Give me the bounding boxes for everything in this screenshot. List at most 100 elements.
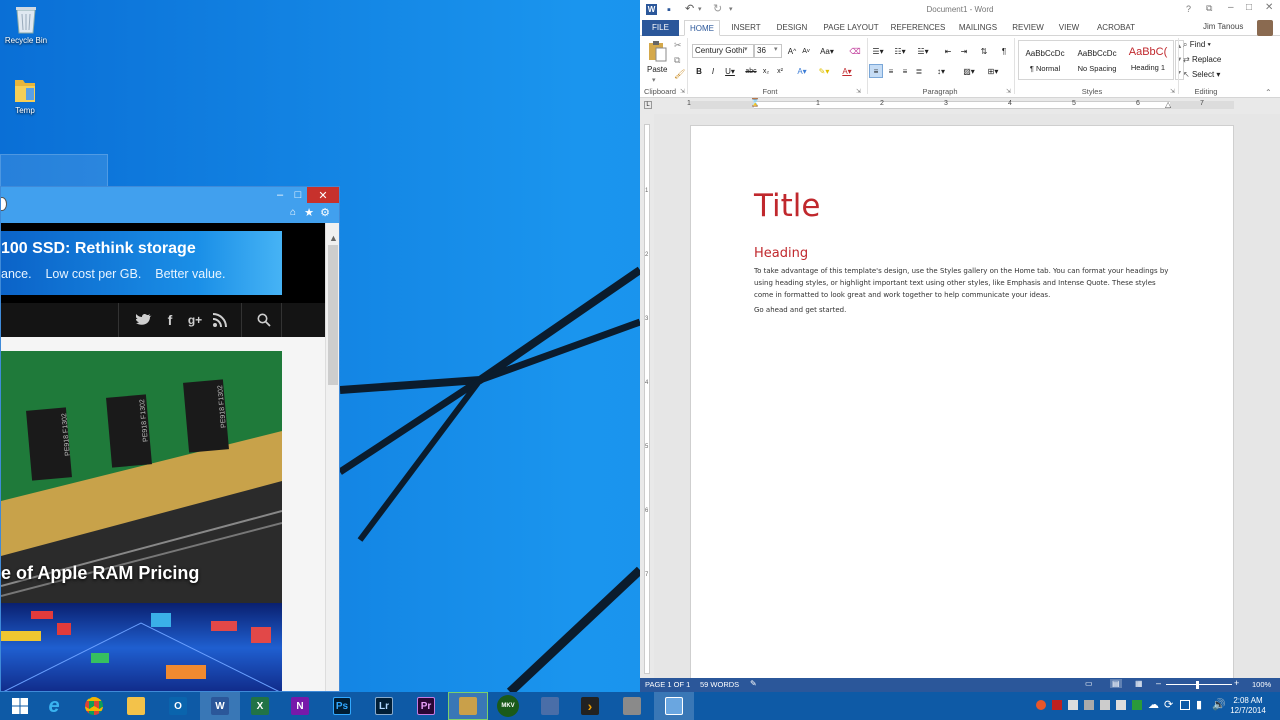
read-mode-icon[interactable]: ▭	[1085, 679, 1093, 688]
shrink-font-icon[interactable]: Av	[800, 44, 812, 58]
close-button[interactable]: ✕	[307, 187, 339, 203]
paste-label[interactable]: Paste	[647, 65, 667, 74]
minimize-button[interactable]: –	[271, 187, 289, 203]
taskbar-chrome[interactable]	[74, 692, 114, 720]
cut-icon[interactable]: ✂	[674, 40, 682, 51]
grow-font-icon[interactable]: A ^	[786, 44, 798, 58]
zoom-in-icon[interactable]: +	[1234, 678, 1239, 688]
paragraph-launcher-icon[interactable]: ⇲	[1006, 88, 1011, 95]
zoom-out-icon[interactable]: –	[1156, 678, 1161, 688]
volume-icon[interactable]: 🔊	[1212, 698, 1226, 711]
proofing-icon[interactable]: ✎	[750, 679, 757, 688]
tab-design[interactable]: DESIGN	[772, 20, 812, 36]
collapse-ribbon-icon[interactable]: ⌃	[1265, 88, 1272, 97]
ribbon-display-options-icon[interactable]: ⧉	[1206, 3, 1212, 14]
tab-mailings[interactable]: MAILINGS	[954, 20, 1002, 36]
taskbar-premiere[interactable]: Pr	[406, 692, 446, 720]
tray-app-icon[interactable]	[1100, 700, 1110, 710]
clipboard-launcher-icon[interactable]: ⇲	[680, 88, 685, 95]
word-count[interactable]: 59 WORDS	[700, 680, 739, 689]
document-title[interactable]: Title	[754, 188, 820, 224]
favorites-star-icon[interactable]: ★	[303, 206, 315, 219]
zoom-slider[interactable]	[1166, 684, 1232, 685]
justify-icon[interactable]: ≣	[913, 64, 925, 78]
font-color-icon[interactable]: A▾	[838, 64, 856, 78]
indent-marker-icon[interactable]: ⌛	[750, 98, 760, 107]
maximize-button[interactable]: □	[1246, 2, 1252, 13]
taskbar-onenote[interactable]: N	[280, 692, 320, 720]
document-body-paragraph[interactable]: To take advantage of this template's des…	[754, 265, 1172, 301]
tab-references[interactable]: REFERENCES	[890, 20, 946, 36]
onedrive-icon[interactable]: ☁	[1148, 698, 1159, 711]
subscript-icon[interactable]: x₂	[760, 64, 772, 78]
copy-icon[interactable]: ⧉	[674, 55, 680, 66]
tab-file[interactable]: FILE	[642, 20, 679, 36]
network-icon[interactable]: ▮	[1196, 698, 1202, 711]
scrollbar-thumb[interactable]	[328, 245, 338, 385]
italic-icon[interactable]: I	[708, 64, 718, 78]
tray-sync-icon[interactable]: ⟳	[1164, 698, 1173, 711]
taskbar-network-app[interactable]	[530, 692, 570, 720]
find-button[interactable]: ⌕ Find ▾	[1183, 40, 1211, 50]
taskbar-outlook[interactable]: O	[158, 692, 198, 720]
highlight-color-icon[interactable]: ✎▾	[816, 64, 832, 78]
font-launcher-icon[interactable]: ⇲	[856, 88, 861, 95]
avatar[interactable]	[1257, 20, 1273, 36]
tray-app-icon[interactable]	[1116, 700, 1126, 710]
align-left-icon[interactable]: ≡	[869, 64, 883, 78]
superscript-icon[interactable]: x²	[774, 64, 786, 78]
styles-launcher-icon[interactable]: ⇲	[1170, 88, 1175, 95]
taskbar-photoshop[interactable]: Ps	[322, 692, 362, 720]
tray-firefox-icon[interactable]	[1036, 700, 1046, 710]
tab-view[interactable]: VIEW	[1054, 20, 1084, 36]
taskbar-file-explorer[interactable]	[116, 692, 156, 720]
rss-icon[interactable]	[208, 303, 232, 337]
browser-window[interactable]: – □ ✕ ⌂ ★ ⚙ 100 SSD: Rethink storage anc…	[0, 186, 340, 692]
twitter-icon[interactable]	[132, 303, 156, 337]
browser-titlebar[interactable]: – □ ✕ ⌂ ★ ⚙	[1, 187, 339, 223]
shading-icon[interactable]: ▨▾	[960, 64, 978, 78]
desktop-icon-recycle-bin[interactable]: Recycle Bin	[0, 4, 56, 45]
article-title[interactable]: e of Apple RAM Pricing	[1, 563, 199, 584]
select-button[interactable]: ↖ Select ▾	[1183, 70, 1220, 79]
tray-app-icon[interactable]	[1132, 700, 1142, 710]
tab-selector-icon[interactable]: L	[644, 101, 652, 109]
text-effects-icon[interactable]: A▾	[794, 64, 810, 78]
clear-formatting-icon[interactable]: ⌫	[848, 44, 862, 58]
document-area[interactable]: Title Heading To take advantage of this …	[654, 114, 1280, 678]
scroll-up-arrow-icon[interactable]: ▲	[329, 233, 338, 243]
minimize-button[interactable]: –	[1228, 2, 1234, 13]
style-normal[interactable]: AaBbCcDc ¶ Normal	[1019, 41, 1071, 79]
paste-button[interactable]	[646, 40, 670, 66]
settings-gear-icon[interactable]: ⚙	[319, 206, 331, 219]
google-plus-icon[interactable]: g+	[183, 303, 207, 337]
sort-icon[interactable]: ⇅	[978, 44, 990, 58]
borders-icon[interactable]: ⊞▾	[984, 64, 1002, 78]
word-window[interactable]: W ▪ ↶ ▾ ↻ ▾ Document1 - Word ? ⧉ – □ ✕ F…	[640, 0, 1280, 692]
help-icon[interactable]: ?	[1186, 4, 1191, 14]
taskbar-lightroom[interactable]: Lr	[364, 692, 404, 720]
web-layout-icon[interactable]: ▦	[1135, 679, 1143, 688]
taskbar-app[interactable]	[448, 692, 488, 720]
search-icon[interactable]	[252, 303, 276, 337]
ad-banner[interactable]: 100 SSD: Rethink storage ance. Low cost …	[1, 223, 325, 303]
show-formatting-marks-icon[interactable]: ¶	[998, 44, 1010, 58]
user-name[interactable]: Jim Tanous	[1203, 22, 1243, 31]
style-no-spacing[interactable]: AaBbCcDc No Spacing	[1071, 41, 1123, 79]
underline-icon[interactable]: U▾	[722, 64, 738, 78]
document-second-paragraph[interactable]: Go ahead and get started.	[754, 306, 846, 314]
zoom-slider-thumb[interactable]	[1196, 681, 1199, 689]
align-center-icon[interactable]: ≡	[885, 64, 897, 78]
horizontal-ruler[interactable]: L ⌛ △ 1 1 2 3 4 5 6 7	[640, 98, 1280, 114]
tab-review[interactable]: REVIEW	[1009, 20, 1047, 36]
tab-insert[interactable]: INSERT	[727, 20, 765, 36]
tab-acrobat[interactable]: ACROBAT	[1092, 20, 1140, 36]
desktop-icon-temp[interactable]: Temp	[0, 74, 55, 115]
vertical-ruler[interactable]: 1 2 3 4 5 6 7	[640, 114, 654, 678]
font-name-dropdown-icon[interactable]: ▾	[744, 45, 748, 53]
tab-page-layout[interactable]: PAGE LAYOUT	[820, 20, 882, 36]
format-painter-icon[interactable]: 🖌	[674, 69, 685, 80]
word-titlebar[interactable]: W ▪ ↶ ▾ ↻ ▾ Document1 - Word ? ⧉ – □ ✕	[640, 0, 1280, 20]
taskbar-excel[interactable]: X	[240, 692, 280, 720]
print-layout-icon[interactable]: ▤	[1110, 679, 1122, 688]
